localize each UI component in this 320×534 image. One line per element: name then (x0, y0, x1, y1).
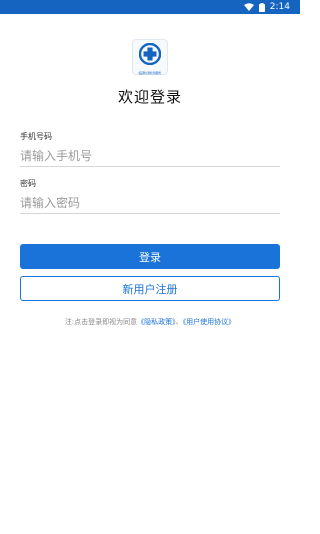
logo-caption: 临床检测检测服务 (138, 71, 162, 75)
register-button[interactable]: 新用户注册 (20, 276, 280, 301)
login-button[interactable]: 登录 (20, 244, 280, 269)
wifi-icon (243, 3, 254, 11)
status-bar: 2:14 (0, 0, 300, 14)
battery-icon (258, 2, 265, 12)
agreement-separator: 、 (175, 318, 183, 326)
medical-cross-icon (138, 42, 162, 69)
password-input[interactable] (20, 192, 280, 214)
agreement-prefix: 注:点击登录即视为同意 (64, 318, 138, 326)
page-title: 欢迎登录 (117, 88, 182, 106)
privacy-policy-link[interactable]: 《隐私政策》 (137, 318, 176, 326)
status-time: 2:14 (269, 2, 290, 12)
password-label: 密码 (20, 179, 36, 188)
app-logo: 临床检测检测服务 (132, 39, 168, 75)
phone-input[interactable] (20, 145, 280, 167)
agreement-notice: 注:点击登录即视为同意《隐私政策》、《用户使用协议》 (0, 317, 300, 327)
phone-label: 手机号码 (20, 132, 52, 141)
terms-of-use-link[interactable]: 《用户使用协议》 (183, 318, 236, 326)
